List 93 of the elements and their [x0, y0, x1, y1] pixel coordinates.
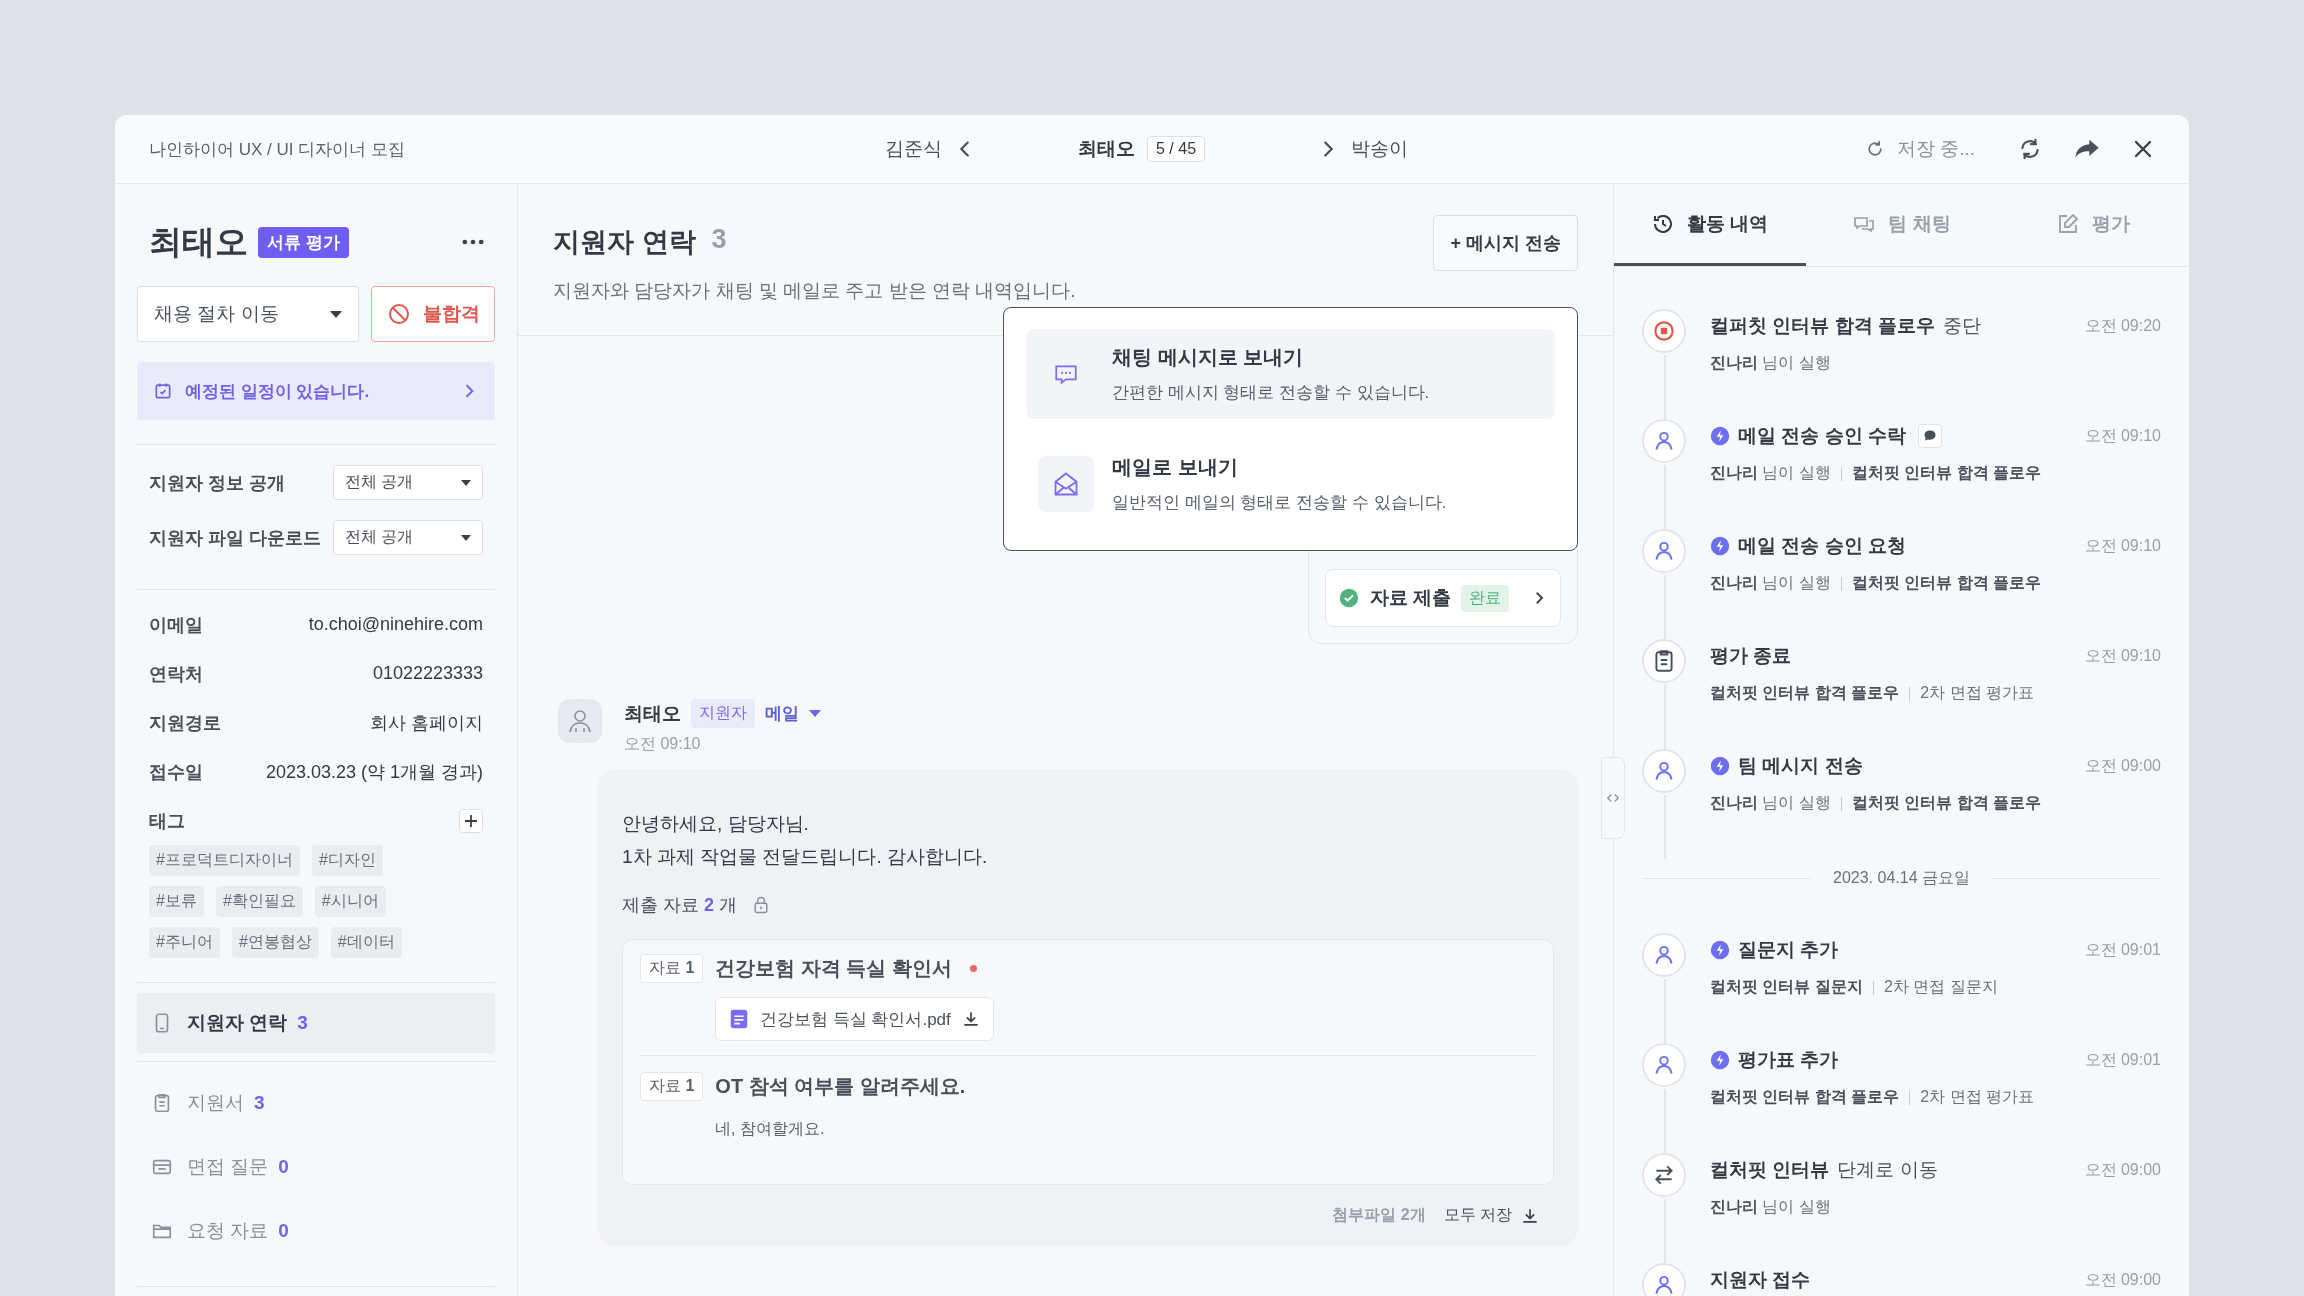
setting-label: 지원자 파일 다운로드 [149, 526, 321, 550]
info-label: 지원경로 [149, 711, 221, 735]
activity-detail: 진나리 님이 실행 [1710, 793, 1831, 813]
info-value: 01022223333 [372, 663, 483, 684]
activity-detail: 2차 면접 질문지 [1883, 977, 1998, 997]
visibility-select[interactable]: 전체 공개 [333, 465, 483, 500]
activity-detail: 진나리 님이 실행 [1710, 353, 1831, 373]
visibility-select[interactable]: 전체 공개 [333, 520, 483, 555]
activity-detail: 컬처핏 인터뷰 질문지 [1710, 977, 1863, 997]
info-label: 연락처 [149, 662, 203, 686]
activity-title: 메일 전송 승인 요청 [1738, 534, 1906, 558]
activity-title: 컬처핏 인터뷰 [1710, 1158, 1830, 1182]
item-answer: 네, 참여할게요. [715, 1119, 826, 1139]
info-label: 접수일 [149, 760, 203, 784]
activity-detail: 진나리 님이 실행 [1710, 573, 1831, 593]
message-text: 안녕하세요, 담당자님. 1차 과제 작업물 전달드립니다. 감사합니다. [622, 812, 989, 869]
applicant-position: 5 / 45 [1147, 136, 1206, 162]
activity-detail: 2차 면접 평가표 [1920, 683, 2035, 703]
item-title: 건강보험 자격 득실 확인서 [715, 956, 953, 981]
activity-time: 오전 09:10 [2084, 645, 2161, 666]
message-time: 오전 09:10 [624, 734, 702, 754]
activity-detail: 2차 면접 평가표 [1920, 1087, 2035, 1107]
tag-chip: #디자인 [311, 845, 383, 876]
section-title: 지원자 연락 [553, 226, 696, 259]
attachment-count: 첨부파일 2개 [1332, 1205, 1426, 1225]
activity-detail: 컬처핏 인터뷰 합격 플로우 [1851, 573, 2042, 593]
file-chip[interactable]: 건강보험 득실 확인서.pdf [715, 997, 994, 1041]
activity-detail: 진나리 님이 실행 [1710, 1197, 1831, 1217]
tag-chip: #데이터 [330, 927, 402, 958]
send-message-button[interactable]: + 메시지 전송 [1433, 215, 1578, 271]
save-all-button[interactable]: 모두 저장 [1443, 1205, 1540, 1226]
activity-time: 오전 09:20 [2084, 315, 2161, 336]
activity-title: 질문지 추가 [1738, 938, 1839, 962]
applicant-name: 최태오 [149, 221, 248, 262]
section-nav-item[interactable]: 요청 자료 0 [137, 1200, 495, 1262]
activity-action: 단계로 이동 [1837, 1158, 1938, 1182]
reject-button[interactable]: 불합격 [371, 286, 495, 342]
current-applicant: 최태오 [1078, 137, 1135, 161]
tag-chip: #확인필요 [215, 886, 303, 917]
job-title: 나인하이어 UX / UI 디자이너 모집 [149, 138, 406, 161]
activity-title: 지원자 접수 [1710, 1268, 1811, 1292]
tags-label: 태그 [149, 809, 185, 833]
info-value: 회사 홈페이지 [370, 711, 483, 735]
item-tag: 자료 1 [640, 954, 704, 983]
activity-detail: 컬처핏 인터뷰 합격 플로우 [1710, 683, 1900, 703]
item-title: OT 참석 여부를 알려주세요. [715, 1074, 966, 1099]
activity-time: 오전 09:10 [2084, 535, 2161, 556]
channel-dropdown[interactable]: 메일 [765, 702, 821, 725]
save-status: 저장 중... [1896, 137, 1975, 161]
sender-name: 최태오 [624, 701, 681, 726]
submitted-count: 제출 자료 2 개 [622, 894, 738, 917]
activity-title: 팀 메시지 전송 [1738, 754, 1863, 778]
stage-select[interactable]: 채용 절차 이동 [137, 286, 359, 342]
activity-title: 평가 종료 [1710, 644, 1792, 668]
activity-title: 메일 전송 승인 수락 [1738, 424, 1906, 448]
tag-chip: #시니어 [314, 886, 386, 917]
section-nav-item[interactable]: 지원서 3 [137, 1072, 495, 1134]
section-nav-item[interactable]: 면접 질문 0 [137, 1136, 495, 1198]
activity-time: 오전 09:01 [2084, 939, 2161, 960]
activity-time: 오전 09:00 [2084, 1159, 2161, 1180]
section-nav-item[interactable]: 지원자 연락 3 [137, 993, 495, 1053]
activity-time: 오전 09:01 [2084, 1049, 2161, 1070]
next-applicant[interactable]: 박송이 [1351, 136, 1409, 162]
role-badge: 지원자 [691, 699, 755, 728]
info-value: to.choi@ninehire.com [308, 614, 483, 635]
status-button[interactable]: 자료 제출 완료 [1325, 569, 1561, 627]
activity-title: 컬퍼칫 인터뷰 합격 플로우 [1710, 314, 1935, 338]
schedule-notice[interactable]: 예정된 일정이 있습니다. [137, 362, 495, 420]
contact-count: 3 [711, 224, 727, 256]
tag-chip: #보류 [149, 886, 204, 917]
section-description: 지원자와 담당자가 채팅 및 메일로 주고 받은 연락 내역입니다. [553, 279, 1076, 303]
activity-time: 오전 09:10 [2084, 425, 2161, 446]
tag-chip: #프로덕트디자이너 [149, 845, 300, 876]
info-label: 이메일 [149, 613, 203, 637]
previous-applicant[interactable]: 김준식 [885, 136, 942, 162]
send-option[interactable]: 메일로 보내기 일반적인 메일의 형태로 전송할 수 있습니다. [1026, 439, 1555, 529]
item-tag: 자료 1 [640, 1072, 704, 1101]
activity-detail: 컬처핏 인터뷰 합격 플로우 [1851, 463, 2042, 483]
activity-time: 오전 09:00 [2084, 1269, 2161, 1290]
date-divider: 2023. 04.14 금요일 [1833, 867, 1970, 888]
activity-detail: 진나리 님이 실행 [1710, 463, 1831, 483]
tag-chip: #연봉협상 [231, 927, 319, 958]
activity-detail: 컬처핏 인터뷰 합격 플로우 [1851, 793, 2042, 813]
activity-tab[interactable]: 활동 내역 [1614, 184, 1806, 266]
tag-chip: #주니어 [149, 927, 220, 958]
activity-title: 평가표 추가 [1738, 1048, 1839, 1072]
activity-time: 오전 09:00 [2084, 755, 2161, 776]
activity-detail: 컬처핏 인터뷰 합격 플로우 [1710, 1087, 1900, 1107]
send-option[interactable]: 채팅 메시지로 보내기 간편한 메시지 형태로 전송할 수 있습니다. [1026, 329, 1555, 419]
activity-action: 중단 [1942, 314, 1981, 338]
stage-badge: 서류 평가 [258, 226, 349, 258]
info-value: 2023.03.23 (약 1개월 경과) [265, 760, 483, 784]
setting-label: 지원자 정보 공개 [149, 471, 285, 495]
